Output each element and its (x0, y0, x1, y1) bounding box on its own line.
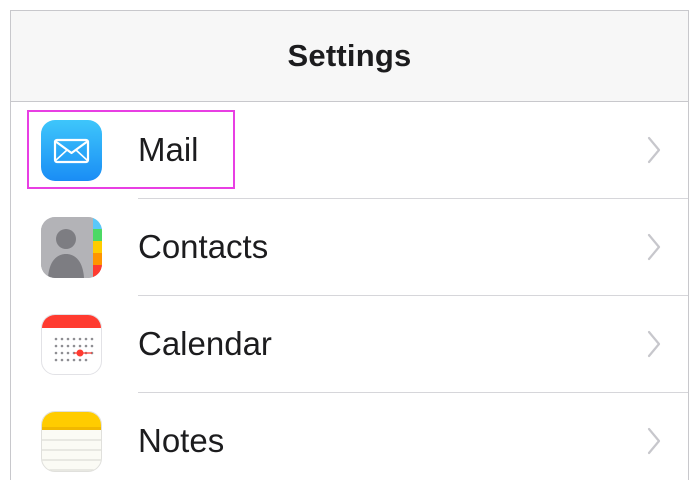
settings-row-calendar[interactable]: Calendar (11, 296, 688, 393)
settings-screen: Settings Mail Contacts Calendar Notes (10, 10, 689, 480)
chevron-right-icon (647, 330, 661, 358)
mail-icon (41, 120, 102, 181)
contacts-icon (41, 217, 102, 278)
page-title: Settings (287, 38, 412, 73)
settings-row-contacts[interactable]: Contacts (11, 199, 688, 296)
chevron-right-icon (647, 233, 661, 261)
row-label-calendar: Calendar (138, 325, 272, 362)
notes-icon (41, 411, 102, 472)
navigation-bar: Settings (11, 11, 688, 102)
row-label-mail: Mail (138, 131, 199, 168)
settings-row-mail[interactable]: Mail (11, 102, 688, 199)
row-label-contacts: Contacts (138, 228, 269, 265)
row-label-notes: Notes (138, 422, 225, 459)
calendar-icon (41, 314, 102, 375)
chevron-right-icon (647, 136, 661, 164)
settings-row-notes[interactable]: Notes (11, 393, 688, 480)
settings-list: Mail Contacts Calendar Notes (11, 102, 688, 480)
chevron-right-icon (647, 427, 661, 455)
